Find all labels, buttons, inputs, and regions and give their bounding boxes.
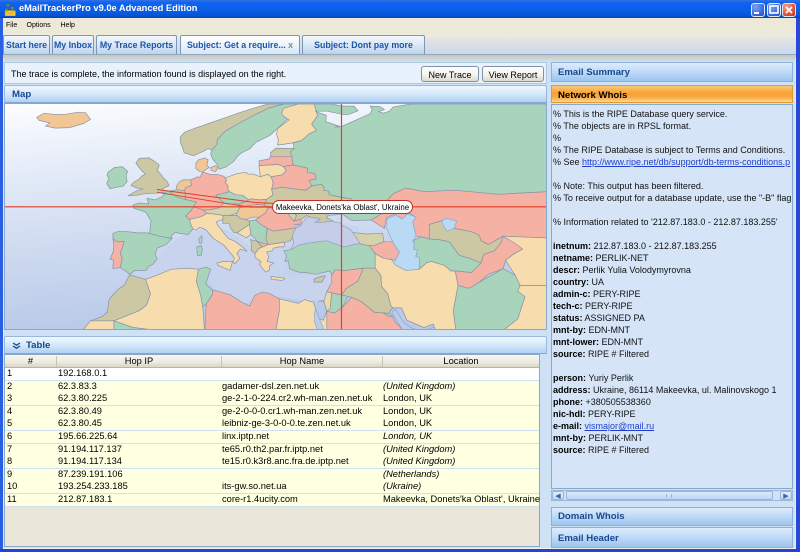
svg-text:Makeevka, Donets'ka Oblast', U: Makeevka, Donets'ka Oblast', Ukraine xyxy=(276,203,410,212)
